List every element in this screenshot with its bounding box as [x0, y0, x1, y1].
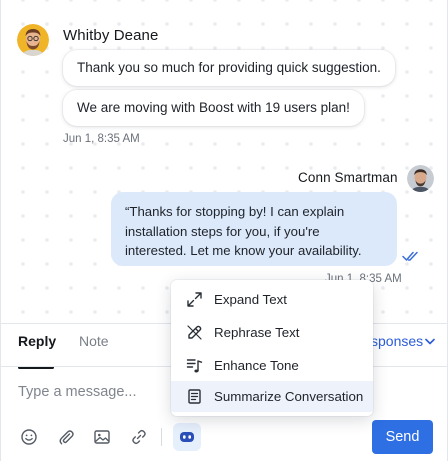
attachment-button[interactable] — [57, 428, 75, 446]
emoji-icon — [21, 429, 37, 445]
menu-item-expand-text[interactable]: Expand Text — [171, 284, 373, 315]
send-button[interactable]: Send — [372, 420, 433, 454]
link-icon — [132, 429, 146, 445]
menu-item-label: Rephrase Text — [214, 325, 300, 340]
chevron-down-icon[interactable] — [425, 338, 435, 345]
avatar-whitby[interactable] — [17, 24, 49, 56]
expand-icon — [186, 291, 203, 308]
tab-reply[interactable]: Reply — [18, 333, 56, 369]
chat-window: Whitby Deane Thank you so much for provi… — [0, 0, 448, 461]
ai-assist-button[interactable] — [173, 423, 201, 451]
ai-assist-menu: Expand Text Rephrase Text Enhance Tone S… — [171, 280, 373, 416]
canned-responses-dropdown[interactable]: sponses — [371, 333, 423, 349]
toolbar-divider — [161, 428, 162, 446]
menu-item-label: Enhance Tone — [214, 358, 299, 373]
avatar-conn[interactable] — [407, 165, 434, 192]
image-icon — [94, 430, 110, 444]
ai-assist-icon — [180, 432, 194, 442]
avatar-conn-image — [407, 165, 434, 192]
menu-item-label: Expand Text — [214, 292, 287, 307]
menu-item-enhance-tone[interactable]: Enhance Tone — [171, 350, 373, 381]
emoji-button[interactable] — [20, 428, 38, 446]
incoming-message: We are moving with Boost with 19 users p… — [63, 90, 364, 126]
conversation-area: Whitby Deane Thank you so much for provi… — [1, 0, 447, 323]
menu-item-rephrase-text[interactable]: Rephrase Text — [171, 317, 373, 348]
summarize-icon — [186, 388, 203, 405]
menu-item-label: Summarize Conversation — [214, 389, 364, 404]
incoming-timestamp: Jun 1, 8:35 AM — [63, 133, 140, 145]
incoming-message: Thank you so much for providing quick su… — [63, 50, 395, 86]
sender-name-whitby: Whitby Deane — [63, 27, 159, 44]
tone-icon — [186, 357, 203, 374]
sender-name-conn: Conn Smartman — [298, 170, 398, 185]
link-button[interactable] — [130, 428, 148, 446]
image-button[interactable] — [93, 428, 111, 446]
outgoing-message: “Thanks for stopping by! I can explain i… — [111, 192, 397, 266]
attachment-icon — [59, 430, 74, 445]
double-check-icon — [402, 251, 418, 261]
tab-note[interactable]: Note — [79, 333, 109, 363]
rephrase-icon — [186, 324, 203, 341]
avatar-whitby-image — [17, 24, 49, 56]
menu-item-summarize-conversation[interactable]: Summarize Conversation — [171, 381, 373, 412]
